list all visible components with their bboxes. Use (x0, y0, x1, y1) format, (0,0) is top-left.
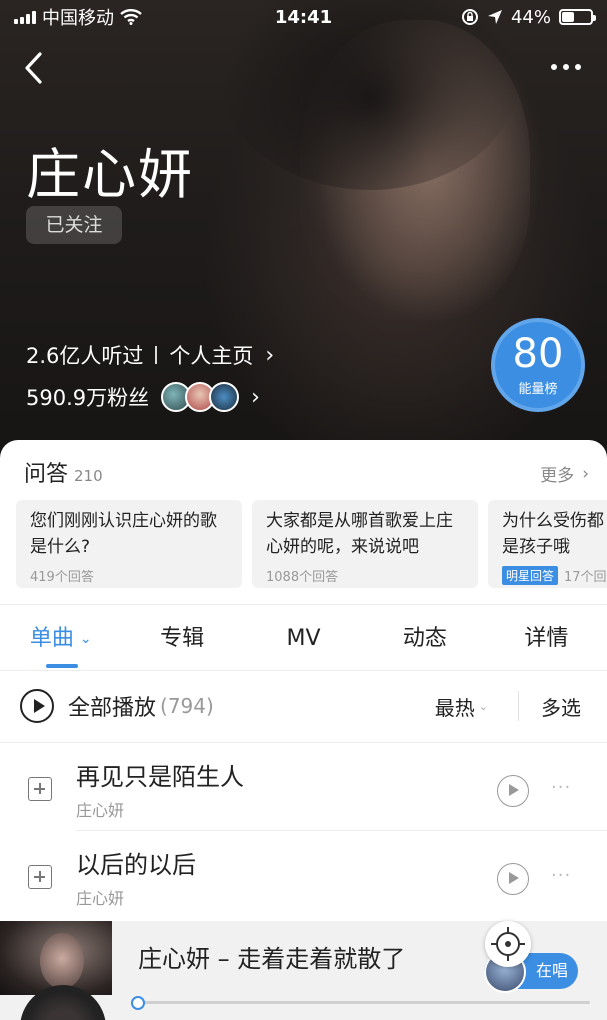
listener-count: 2.6亿人听过 (26, 344, 144, 368)
more-options-icon[interactable] (544, 54, 588, 80)
qa-card[interactable]: 您们刚刚认识庄心妍的歌是什么? 419个回答 (16, 500, 242, 588)
sort-dropdown[interactable]: 最热 ⌄ (435, 692, 488, 721)
song-row[interactable]: 再见只是陌生人 庄心妍 ··· (0, 743, 607, 831)
progress-bar[interactable] (138, 1001, 590, 1004)
battery-icon (559, 9, 596, 25)
location-arrow-icon (487, 10, 502, 24)
qa-more-link[interactable]: 更多 › (540, 461, 589, 487)
artist-hero: 中国移动 14:41 44% 庄心妍 已关注 2.6亿人听过 个人主页 › 59… (0, 0, 607, 460)
play-circle-icon[interactable] (497, 863, 529, 895)
fan-avatars (161, 382, 240, 412)
add-to-playlist-icon[interactable] (28, 865, 52, 889)
play-all-button[interactable]: 全部播放 (68, 690, 156, 722)
qa-title: 问答 (24, 462, 69, 487)
artist-name: 庄心妍 (26, 143, 194, 206)
rotation-lock-icon (461, 9, 478, 25)
qa-count: 210 (74, 467, 103, 485)
more-options-icon[interactable]: ··· (551, 865, 571, 886)
qa-question: 大家都是从哪首歌爱上庄心妍的呢，来说说吧 (266, 511, 453, 557)
carrier-label: 中国移动 (42, 8, 114, 29)
qa-answer-count: 1088个回答 (266, 570, 339, 585)
qa-card[interactable]: 大家都是从哪首歌爱上庄心妍的呢，来说说吧 1088个回答 (252, 500, 478, 588)
chevron-down-icon: ⌄ (79, 631, 92, 647)
energy-label: 能量榜 (518, 382, 558, 397)
follow-button[interactable]: 已关注 (26, 206, 122, 244)
tab-details[interactable]: 详情 (486, 608, 607, 670)
qa-header: 问答 210 更多 › (24, 456, 589, 487)
play-circle-icon[interactable] (20, 689, 54, 723)
progress-handle[interactable] (131, 996, 145, 1010)
star-answer-badge: 明星回答 (502, 566, 559, 585)
qa-question: 为什么受伤都是孩子哦 (502, 511, 604, 557)
battery-percent: 44% (510, 6, 551, 28)
active-tab-indicator (46, 664, 78, 668)
add-to-playlist-icon[interactable] (28, 777, 52, 801)
now-playing-title[interactable]: 庄心妍 – 走着走着就散了 (138, 939, 405, 974)
qa-answer-count: 419个回答 (30, 570, 94, 585)
qa-answer-count: 17个回答 (564, 570, 607, 585)
fans-row[interactable]: 590.9万粉丝 › (26, 382, 260, 412)
song-title: 以后的以后 (76, 851, 196, 879)
more-options-icon[interactable]: ··· (551, 777, 571, 798)
now-playing-cover[interactable] (0, 921, 112, 995)
chevron-right-icon: › (265, 342, 275, 368)
chevron-down-icon: ⌄ (478, 699, 488, 713)
play-circle-icon[interactable] (497, 775, 529, 807)
back-chevron-icon[interactable] (18, 48, 52, 88)
multi-select-button[interactable]: 多选 (541, 692, 581, 721)
qa-question: 您们刚刚认识庄心妍的歌是什么? (30, 511, 217, 557)
energy-score: 80 (512, 331, 564, 377)
tab-albums[interactable]: 专辑 (121, 608, 242, 670)
chevron-right-icon: › (582, 463, 589, 484)
tab-mv[interactable]: MV (243, 608, 364, 670)
content-tabs: 单曲 ⌄ 专辑 MV 动态 详情 (0, 608, 607, 670)
signal-icon (14, 10, 36, 24)
mini-player[interactable]: 庄心妍 – 走着走着就散了 在唱 (0, 921, 607, 1020)
chevron-right-icon: › (251, 384, 260, 410)
song-row[interactable]: 以后的以后 庄心妍 ··· (0, 831, 607, 919)
song-total: (794) (160, 694, 214, 718)
wifi-icon (120, 9, 142, 25)
song-title: 再见只是陌生人 (76, 763, 244, 791)
energy-rank-badge[interactable]: 80 能量榜 (491, 318, 585, 412)
crosshair-icon[interactable] (485, 921, 531, 967)
fan-count: 590.9万粉丝 (26, 386, 150, 410)
tab-singles[interactable]: 单曲 ⌄ (0, 608, 121, 670)
artist-stats: 2.6亿人听过 个人主页 › (26, 340, 274, 370)
status-bar: 中国移动 14:41 44% (0, 0, 607, 34)
song-artist: 庄心妍 (76, 889, 125, 908)
qa-card[interactable]: 为什么受伤都是孩子哦 明星回答 17个回答 (488, 500, 607, 588)
homepage-link[interactable]: 个人主页 (169, 340, 253, 370)
divider (0, 604, 607, 605)
play-all-bar: 全部播放 (794) 最热 ⌄ 多选 (0, 670, 607, 742)
qa-card-list: 您们刚刚认识庄心妍的歌是什么? 419个回答 大家都是从哪首歌爱上庄心妍的呢，来… (16, 500, 607, 588)
song-artist: 庄心妍 (76, 801, 125, 820)
tab-moments[interactable]: 动态 (364, 608, 485, 670)
